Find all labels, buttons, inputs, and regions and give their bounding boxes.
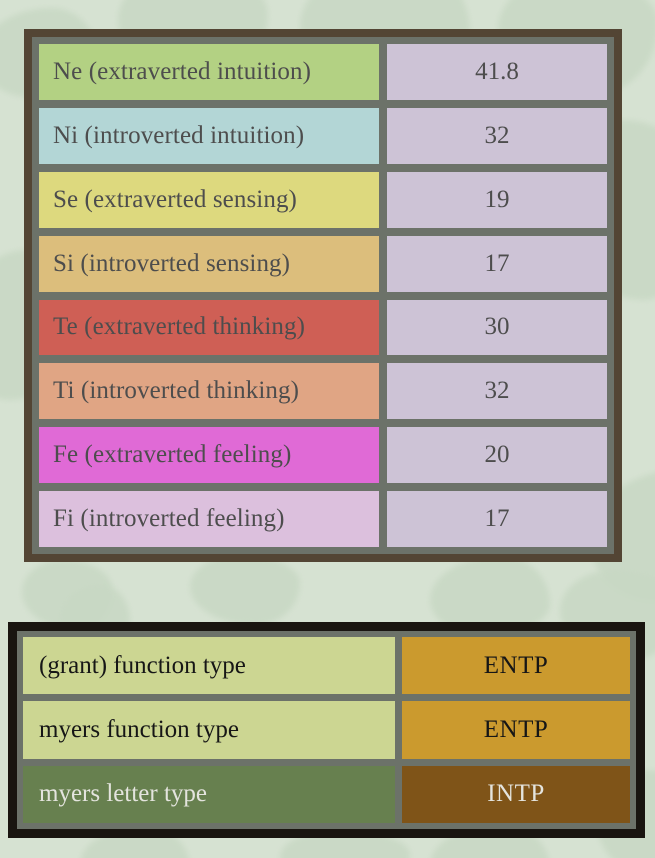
table-row: Fe (extraverted feeling) 20 xyxy=(39,427,607,484)
function-score-cell: 32 xyxy=(387,107,607,164)
table-row: Fi (introverted feeling) 17 xyxy=(39,491,607,547)
type-value-cell: ENTP xyxy=(402,637,630,695)
function-label-cell: Ni (introverted intuition) xyxy=(39,107,379,164)
function-score-cell: 30 xyxy=(387,299,607,356)
function-label-cell: Fi (introverted feeling) xyxy=(39,491,379,547)
function-label-cell: Se (extraverted sensing) xyxy=(39,171,379,228)
functions-grid: Ne (extraverted intuition) 41.8 Ni (intr… xyxy=(32,37,614,554)
type-label-cell: (grant) function type xyxy=(23,637,395,695)
function-score-cell: 20 xyxy=(387,427,607,484)
table-row: myers letter type INTP xyxy=(23,765,630,823)
function-score-cell: 17 xyxy=(387,491,607,547)
table-row: Te (extraverted thinking) 30 xyxy=(39,299,607,356)
type-label-cell: myers function type xyxy=(23,701,395,759)
table-row: Si (introverted sensing) 17 xyxy=(39,235,607,292)
table-row: Se (extraverted sensing) 19 xyxy=(39,171,607,228)
function-score-cell: 41.8 xyxy=(387,44,607,100)
types-grid: (grant) function type ENTP myers functio… xyxy=(17,631,636,829)
table-row: (grant) function type ENTP xyxy=(23,637,630,695)
type-value-cell: INTP xyxy=(402,765,630,823)
type-label-cell: myers letter type xyxy=(23,765,395,823)
cognitive-functions-table: Ne (extraverted intuition) 41.8 Ni (intr… xyxy=(24,29,622,562)
function-label-cell: Ne (extraverted intuition) xyxy=(39,44,379,100)
function-label-cell: Fe (extraverted feeling) xyxy=(39,427,379,484)
table-row: Ne (extraverted intuition) 41.8 xyxy=(39,44,607,100)
table-row: myers function type ENTP xyxy=(23,701,630,759)
function-label-cell: Si (introverted sensing) xyxy=(39,235,379,292)
type-summary-table: (grant) function type ENTP myers functio… xyxy=(8,622,645,838)
function-score-cell: 19 xyxy=(387,171,607,228)
table-row: Ni (introverted intuition) 32 xyxy=(39,107,607,164)
type-value-cell: ENTP xyxy=(402,701,630,759)
function-label-cell: Te (extraverted thinking) xyxy=(39,299,379,356)
function-label-cell: Ti (introverted thinking) xyxy=(39,363,379,420)
function-score-cell: 32 xyxy=(387,363,607,420)
function-score-cell: 17 xyxy=(387,235,607,292)
table-row: Ti (introverted thinking) 32 xyxy=(39,363,607,420)
